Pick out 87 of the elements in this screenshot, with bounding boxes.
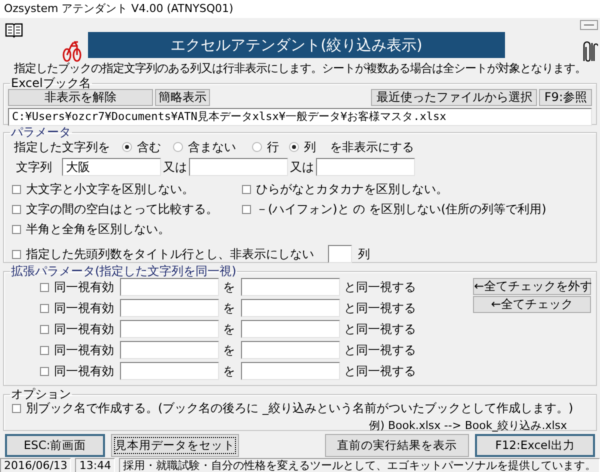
toolbar-button[interactable]: 非表示を解除 xyxy=(8,89,153,106)
field-label: を xyxy=(223,362,235,380)
match-field[interactable] xyxy=(120,341,219,359)
checkbox[interactable] xyxy=(40,366,49,376)
checkbox-label: 大文字と小文字を区別しない。 xyxy=(26,181,194,198)
checkbox[interactable] xyxy=(40,346,49,354)
replacement-field[interactable] xyxy=(241,299,340,317)
field-label: 又は xyxy=(290,158,314,176)
check-button[interactable]: ←全てチェックを外す xyxy=(473,278,591,295)
action-button[interactable]: 直前の実行結果を表示 xyxy=(325,434,469,456)
checkbox-label: 文字の間の空白はとって比較する。 xyxy=(26,201,218,218)
checkbox-label: 同一視有効 xyxy=(54,342,114,358)
checkbox[interactable] xyxy=(12,185,21,194)
match-field[interactable] xyxy=(120,278,219,296)
radio-label: 列 xyxy=(304,138,316,156)
description-text: 指定したブックの指定文字列のある列又は行非表示にします。シートが複数ある場合は全シートが対象となります。 xyxy=(13,60,587,77)
replacement-field[interactable] xyxy=(241,341,340,359)
search-field[interactable] xyxy=(189,158,288,176)
radio-button[interactable] xyxy=(173,142,183,152)
radio-label: 含む xyxy=(137,138,161,156)
radio-button[interactable] xyxy=(122,142,132,152)
group-label: パラメータ xyxy=(11,125,71,139)
field-label: 列 xyxy=(358,246,370,262)
checkbox-label: 指定した先頭列数をタイトル行とし、非表示にしない xyxy=(26,246,314,262)
field-label: を xyxy=(223,320,235,338)
example-text: 例) Book.xlsx --> Book_絞り込み.xlsx xyxy=(369,418,567,433)
checkbox[interactable] xyxy=(12,250,21,258)
checkbox-label: ひらがなとカタカナを区別しない。 xyxy=(256,181,448,198)
radio-label: 含まない xyxy=(188,138,236,156)
book-icon xyxy=(5,22,23,38)
checkbox[interactable] xyxy=(40,324,49,334)
field-label: を xyxy=(223,300,235,316)
action-button[interactable]: ESC:前画面 xyxy=(5,434,105,456)
checkbox-label: 同一視有効 xyxy=(54,278,114,296)
field-label: と同一視する xyxy=(344,342,416,358)
status-panel: 13:44 xyxy=(75,458,116,472)
checkbox[interactable] xyxy=(40,282,49,292)
group-label: オプション xyxy=(11,387,71,401)
action-button[interactable]: 見本用データをセット xyxy=(111,434,239,456)
status-panel: 2016/06/13 xyxy=(0,458,72,472)
replacement-field[interactable] xyxy=(241,320,340,338)
checkbox-label: 同一視有効 xyxy=(54,362,114,380)
replacement-field[interactable] xyxy=(241,362,340,380)
radio-label: 行 xyxy=(267,138,279,156)
bicycle-icon xyxy=(62,38,82,62)
group-label: Excelブック名 xyxy=(11,76,91,90)
match-field[interactable] xyxy=(120,362,219,380)
toolbar-button[interactable]: 最近使ったファイルから選択 xyxy=(371,89,538,106)
field-label: と同一視する xyxy=(344,362,416,380)
checkbox[interactable] xyxy=(40,304,49,312)
search-field[interactable]: 大阪 xyxy=(62,158,161,176)
field-label: 文字列 xyxy=(16,158,52,176)
checkbox[interactable] xyxy=(12,205,21,214)
panel-icon xyxy=(580,20,598,30)
group-label: 拡張パラメータ(指定した文字列を同一視) xyxy=(11,264,236,278)
file-path-field[interactable]: C:¥Users¥ozcr7¥Documents¥ATN見本データxlsx¥一般データ¥お客様マスタ.xlsx xyxy=(8,108,592,126)
field-label: と同一視する xyxy=(344,300,416,316)
checkbox-label: 半角と全角を区別しない。 xyxy=(26,221,170,238)
radio-button[interactable] xyxy=(289,142,299,152)
checkbox-label: －(ハイフォン)と の を区別しない(住所の列等で利用) xyxy=(256,201,546,218)
checkbox[interactable] xyxy=(242,185,251,194)
checkbox-label: 同一視有効 xyxy=(54,320,114,338)
field-label: を xyxy=(223,278,235,296)
field-label: と同一視する xyxy=(344,320,416,338)
checkbox[interactable] xyxy=(12,404,21,413)
toolbar-button[interactable]: 簡略表示 xyxy=(155,89,210,106)
radio-button[interactable] xyxy=(252,142,262,152)
field-label: 又は xyxy=(163,158,187,176)
checkbox-label: 別ブック名で作成する。(ブック名の後ろに _絞り込みという名前がついたブックとして作成します。) xyxy=(26,400,574,417)
mode-suffix: を非表示にする xyxy=(330,138,414,156)
window-title: Ozsystem アテンダント V4.00 (ATNYSQ01) xyxy=(0,0,600,18)
mode-label: 指定した文字列を xyxy=(14,138,110,156)
check-button[interactable]: ←全てチェック xyxy=(473,296,591,313)
status-panel: 採用・就職試験・自分の性格を変えるツールとして、エゴキットパーソナルを提供しています。 xyxy=(119,458,600,472)
title-banner: エクセルアテンダント(絞り込み表示) xyxy=(88,32,505,58)
checkbox[interactable] xyxy=(242,205,251,214)
replacement-field[interactable] xyxy=(241,278,340,296)
action-button[interactable]: F12:Excel出力 xyxy=(475,434,595,456)
match-field[interactable] xyxy=(120,320,219,338)
field-label: を xyxy=(223,342,235,358)
toolbar-button[interactable]: F9:参照 xyxy=(539,89,592,106)
match-field[interactable] xyxy=(120,299,219,317)
search-field[interactable] xyxy=(316,158,415,176)
field-label: と同一視する xyxy=(344,278,416,296)
checkbox-label: 同一視有効 xyxy=(54,300,114,316)
checkbox[interactable] xyxy=(12,225,21,234)
column-count-field[interactable] xyxy=(328,245,352,263)
